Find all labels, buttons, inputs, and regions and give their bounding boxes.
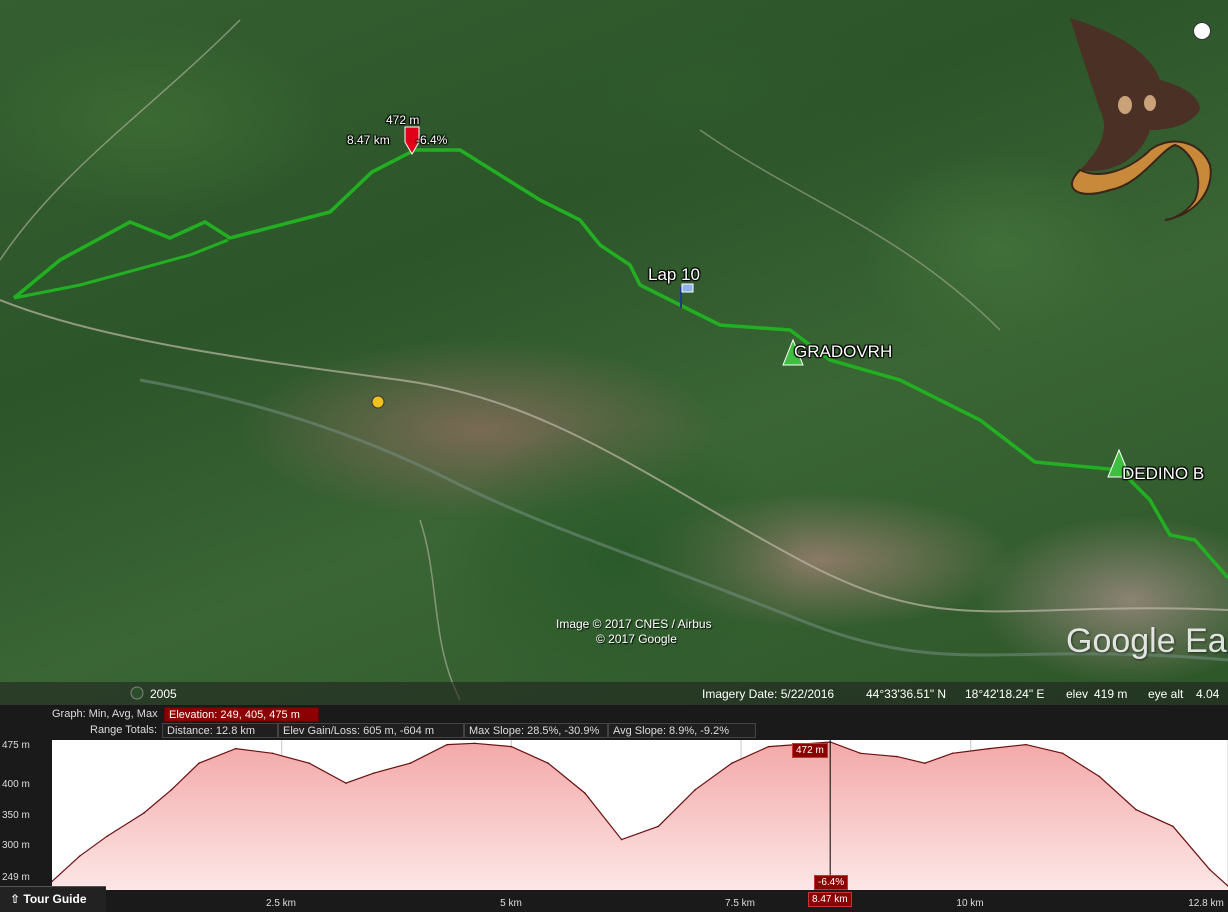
cursor-x-label: 8.47 km: [808, 892, 852, 907]
cursor-elevation-label: 472 m: [386, 113, 420, 127]
eye-alt-label: eye alt: [1148, 687, 1184, 701]
year-badge[interactable]: 2005: [150, 687, 177, 701]
distance-stats[interactable]: Distance: 12.8 km: [162, 723, 278, 738]
data-point: [198, 762, 200, 765]
map-overlay: [0, 18, 1228, 701]
range-totals-label: Range Totals:: [90, 724, 158, 736]
attribution-line-1: Image © 2017 CNES / Airbus: [556, 617, 712, 631]
data-point: [510, 745, 513, 748]
placemark-dedino[interactable]: DEDINO B: [1122, 464, 1204, 484]
latitude: 44°33'36.51" N: [866, 687, 947, 701]
data-point: [1025, 743, 1027, 746]
y-tick: 300 m: [2, 840, 30, 851]
data-point: [143, 812, 145, 814]
data-point: [234, 747, 237, 750]
graph-label: Graph: Min, Avg, Max: [52, 708, 158, 720]
cursor-top-label: 472 m: [792, 743, 828, 758]
data-point: [547, 762, 549, 765]
data-point: [345, 782, 347, 784]
flag-icon[interactable]: [681, 283, 694, 293]
data-point: [271, 752, 274, 755]
x-tick: 5 km: [500, 898, 522, 909]
data-point: [924, 762, 926, 765]
data-point: [657, 825, 660, 828]
lap-label[interactable]: Lap 10: [648, 265, 700, 285]
gps-track-return[interactable]: [13, 238, 229, 300]
data-point: [473, 742, 476, 745]
data-point: [78, 855, 81, 857]
data-point: [859, 752, 862, 755]
elevation-stats[interactable]: Elevation: 249, 405, 475 m: [164, 707, 319, 722]
cursor-bottom-label: -6.4%: [814, 875, 849, 890]
y-tick: 475 m: [2, 740, 30, 751]
elev-value: 419 m: [1094, 687, 1128, 701]
road: [419, 519, 461, 701]
elev-gain-loss-stats[interactable]: Elev Gain/Loss: 605 m, -604 m: [278, 723, 464, 738]
data-point: [731, 762, 733, 765]
max-slope-stats[interactable]: Max Slope: 28.5%, -30.9%: [464, 723, 608, 738]
data-point: [584, 792, 586, 794]
elevation-chart[interactable]: [52, 740, 1228, 890]
data-point: [372, 772, 375, 774]
main-road: [0, 299, 1228, 613]
longitude: 18°42'18.24" E: [965, 687, 1045, 701]
imagery-date: Imagery Date: 5/22/2016: [702, 687, 835, 701]
status-bar: 2005 Imagery Date: 5/22/2016 44°33'36.51…: [0, 682, 1228, 705]
data-point: [409, 762, 412, 765]
cursor-distance-label: 8.47 km: [347, 133, 390, 147]
data-point: [1172, 825, 1174, 828]
tour-guide-button[interactable]: ⇧ Tour Guide: [0, 886, 106, 912]
data-point: [951, 752, 954, 755]
cursor-slope-label: -6.4%: [416, 133, 448, 147]
data-point: [896, 755, 899, 758]
tour-guide-label: Tour Guide: [23, 892, 87, 906]
data-point: [694, 788, 696, 791]
chevron-up-icon: ⇧: [10, 892, 21, 906]
avg-slope-stats[interactable]: Avg Slope: 8.9%, -9.2%: [608, 723, 756, 738]
gps-track[interactable]: [12, 148, 1228, 580]
google-earth-logo: Google Ea: [1066, 622, 1227, 660]
x-tick: 12.8 km: [1188, 898, 1224, 909]
data-point: [1135, 808, 1137, 811]
x-tick: 7.5 km: [724, 898, 756, 909]
map-view[interactable]: 472 m 8.47 km -6.4% Lap 10 GRADOVRH DEDI…: [0, 0, 1228, 705]
data-point: [1208, 868, 1211, 871]
data-point: [446, 743, 448, 746]
y-tick: 400 m: [2, 779, 30, 790]
logo-icon: [1070, 18, 1212, 221]
road: [699, 129, 1001, 331]
attribution-line-2: © 2017 Google: [596, 632, 677, 646]
data-point: [170, 788, 173, 791]
data-point: [988, 747, 990, 750]
elev-label: elev: [1066, 687, 1089, 701]
poi-icon[interactable]: [371, 395, 385, 409]
data-point: [767, 745, 770, 748]
data-point: [620, 838, 623, 841]
y-tick: 350 m: [2, 810, 30, 821]
y-tick: 249 m: [2, 872, 30, 883]
x-tick: 2.5 km: [265, 898, 297, 909]
eye-alt-value: 4.04: [1196, 687, 1220, 701]
placemark-gradovrh[interactable]: GRADOVRH: [794, 342, 892, 362]
data-point: [1098, 775, 1101, 778]
data-point: [106, 835, 108, 838]
x-tick: 10 km: [956, 898, 984, 909]
data-point: [308, 762, 311, 765]
compass-icon[interactable]: [1193, 22, 1211, 40]
data-point: [1061, 752, 1064, 755]
